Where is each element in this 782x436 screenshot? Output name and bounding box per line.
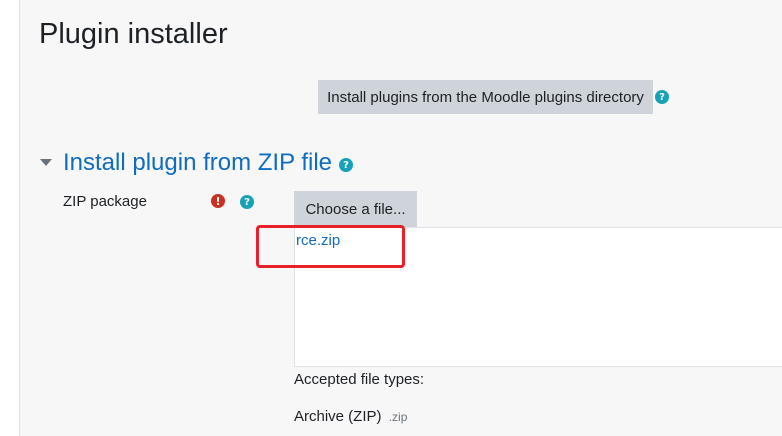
directory-help-icon[interactable]: ?	[655, 90, 669, 104]
accepted-file-types-label: Accepted file types:	[294, 371, 425, 388]
required-icon: !	[211, 194, 225, 208]
highlight-box	[256, 225, 405, 268]
accepted-type-item: Archive (ZIP) .zip	[294, 408, 407, 425]
accepted-type-extension: .zip	[388, 410, 408, 424]
chevron-down-icon[interactable]	[40, 159, 52, 166]
page-title: Plugin installer	[39, 18, 228, 50]
section-help-icon[interactable]: ?	[339, 158, 353, 172]
zip-package-label: ZIP package	[63, 193, 147, 210]
page-left-border	[0, 0, 20, 436]
accepted-type-name: Archive (ZIP)	[294, 408, 382, 425]
section-title-install-zip[interactable]: Install plugin from ZIP file	[63, 149, 332, 177]
choose-file-button[interactable]: Choose a file...	[294, 191, 417, 227]
zip-package-help-icon[interactable]: ?	[240, 195, 254, 209]
install-from-directory-button[interactable]: Install plugins from the Moodle plugins …	[318, 80, 653, 114]
